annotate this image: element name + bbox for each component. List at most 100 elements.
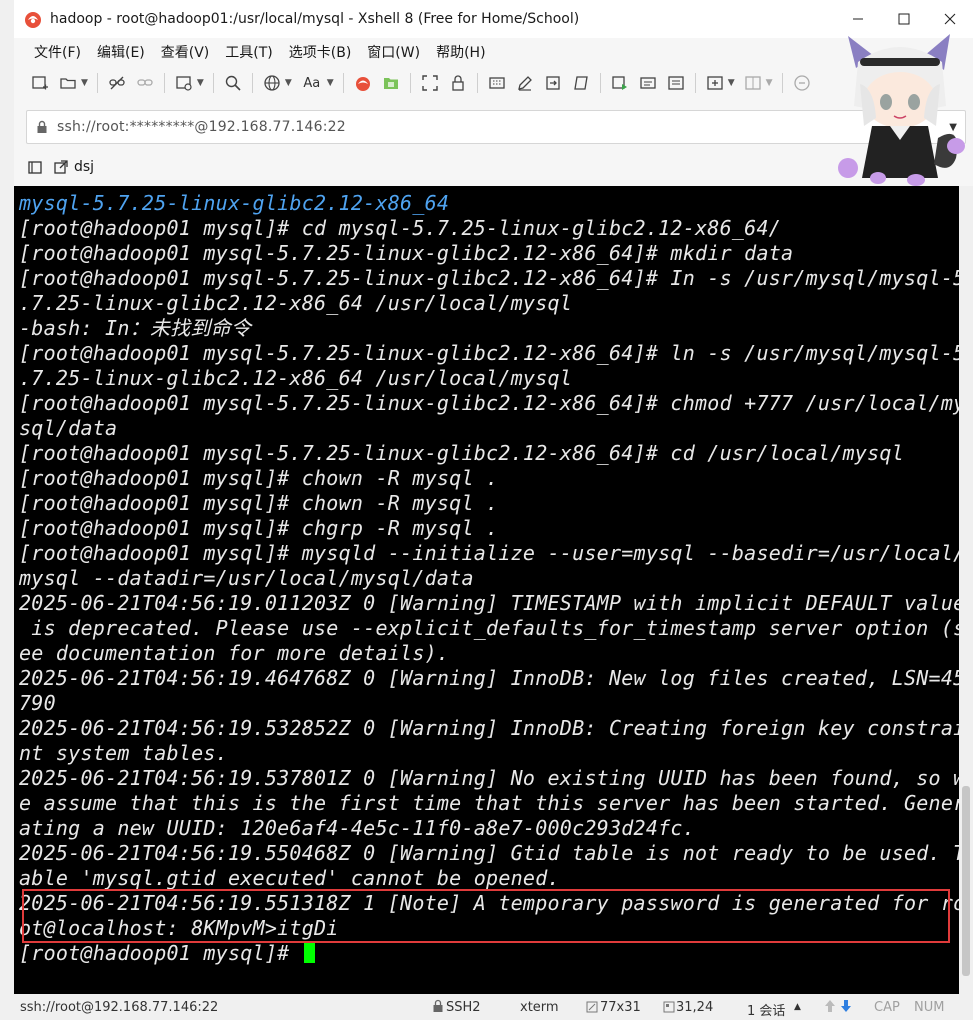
- terminal-line: 2025-06-21T04:56:19.464768Z 0 [Warning] …: [19, 666, 959, 690]
- terminal-line: ee documentation for more details).: [19, 641, 450, 665]
- cursor-position-icon: [663, 1001, 675, 1013]
- password-highlight-box: [22, 889, 950, 943]
- scrollbar-thumb[interactable]: [962, 786, 970, 976]
- toolbar-separator: [781, 73, 783, 93]
- log-button[interactable]: [637, 72, 659, 94]
- maximize-icon: [898, 13, 910, 25]
- script-button[interactable]: [570, 72, 592, 94]
- find-button[interactable]: [222, 72, 244, 94]
- transfer-button[interactable]: [542, 72, 564, 94]
- encoding-button[interactable]: [261, 72, 283, 94]
- notes-icon: [668, 76, 684, 90]
- terminal-line: 790: [19, 691, 56, 715]
- reconnect-button[interactable]: [134, 72, 156, 94]
- chevron-down-icon[interactable]: ▼: [766, 78, 773, 88]
- session-properties-button[interactable]: [173, 72, 195, 94]
- tab-dsj[interactable]: [52, 158, 70, 176]
- compose-button[interactable]: [514, 72, 536, 94]
- chat-icon: [793, 75, 810, 91]
- menu-tabs[interactable]: 选项卡(B): [281, 42, 360, 62]
- disconnect-button[interactable]: [106, 72, 128, 94]
- terminal-line: 2025-06-21T04:56:19.537801Z 0 [Warning] …: [19, 766, 959, 790]
- terminal-line: [root@hadoop01 mysql]# cd mysql-5.7.25-l…: [19, 216, 782, 240]
- toolbar-separator: [694, 73, 696, 93]
- terminal-line: ating a new UUID: 120e6af4-4e5c-11f0-a8e…: [19, 816, 696, 840]
- layout-button[interactable]: [742, 72, 764, 94]
- status-terminal-type: xterm: [520, 1000, 559, 1015]
- terminal-line: [root@hadoop01 mysql-5.7.25-linux-glibc2…: [19, 341, 959, 365]
- xshell-logo-icon: [25, 12, 41, 28]
- arrow-down-icon[interactable]: [840, 999, 852, 1013]
- terminal-line: [root@hadoop01 mysql-5.7.25-linux-glibc2…: [19, 441, 904, 465]
- terminal-scrollbar[interactable]: [959, 186, 973, 994]
- notes-button[interactable]: [665, 72, 687, 94]
- help-button[interactable]: [791, 72, 813, 94]
- chevron-down-icon[interactable]: ▼: [728, 78, 735, 88]
- toolbar-separator: [212, 73, 214, 93]
- chevron-down-icon[interactable]: ▼: [285, 78, 292, 88]
- keyboard-button[interactable]: [486, 72, 508, 94]
- chevron-down-icon[interactable]: ▼: [81, 78, 88, 88]
- menu-help[interactable]: 帮助(H): [428, 42, 493, 62]
- address-text: ssh://root:*********@192.168.77.146:22: [57, 119, 346, 135]
- terminal-line: .7.25-linux-glibc2.12-x86_64 /usr/local/…: [19, 291, 573, 315]
- new-session-icon: [32, 76, 48, 90]
- menu-edit[interactable]: 编辑(E): [89, 42, 153, 62]
- terminal-output: mysql-5.7.25-linux-glibc2.12-x86_64 [roo…: [19, 191, 959, 966]
- background-window-edge: [0, 0, 15, 1020]
- menu-bar: 文件(F) 编辑(E) 查看(V) 工具(T) 选项卡(B) 窗口(W) 帮助(…: [14, 38, 973, 66]
- close-icon: [944, 13, 956, 25]
- transfer-icon: [546, 76, 560, 90]
- terminal-line: nt system tables.: [19, 741, 228, 765]
- lock-button[interactable]: [447, 72, 469, 94]
- menu-file[interactable]: 文件(F): [26, 42, 89, 62]
- status-num-lock: NUM: [914, 1000, 945, 1015]
- open-folder-button[interactable]: [57, 72, 79, 94]
- chevron-down-icon[interactable]: ▼: [197, 78, 204, 88]
- status-protocol: SSH2: [446, 1000, 481, 1015]
- fullscreen-button[interactable]: [419, 72, 441, 94]
- search-icon: [225, 75, 241, 91]
- terminal-line: [root@hadoop01 mysql-5.7.25-linux-glibc2…: [19, 241, 794, 265]
- toolbar-separator: [409, 73, 411, 93]
- toolbar-separator: [96, 73, 98, 93]
- minimize-icon: [853, 18, 863, 20]
- address-bar[interactable]: ssh://root:*********@192.168.77.146:22 ▼: [26, 110, 966, 144]
- terminal-cursor: [303, 942, 315, 963]
- session-tabs: dsj: [26, 154, 94, 180]
- keyboard-icon: [489, 77, 505, 89]
- xftp-button[interactable]: [380, 72, 402, 94]
- session-manager-button[interactable]: [26, 158, 44, 176]
- link-icon: [137, 79, 153, 86]
- lock-icon: [433, 999, 443, 1012]
- layout-icon: [744, 76, 761, 90]
- chevron-down-icon[interactable]: ▼: [327, 78, 334, 88]
- xshell-button[interactable]: [352, 72, 374, 94]
- properties-icon: [176, 76, 192, 91]
- font-button[interactable]: Aa: [299, 72, 325, 94]
- terminal-line: mysql-5.7.25-linux-glibc2.12-x86_64: [19, 191, 450, 215]
- terminal-line: [root@hadoop01 mysql-5.7.25-linux-glibc2…: [19, 391, 959, 415]
- menu-view[interactable]: 查看(V): [153, 42, 218, 62]
- chevron-up-icon[interactable]: ▲: [794, 1002, 801, 1012]
- menu-window[interactable]: 窗口(W): [359, 42, 428, 62]
- terminal-line: sql/data: [19, 416, 118, 440]
- menu-tools[interactable]: 工具(T): [217, 42, 280, 62]
- run-button[interactable]: [609, 72, 631, 94]
- terminal-prompt: [root@hadoop01 mysql]#: [19, 941, 302, 965]
- terminal-line: mysql --datadir=/usr/local/mysql/data: [19, 566, 474, 590]
- xshell-logo-icon: [355, 77, 370, 91]
- run-icon: [612, 76, 627, 90]
- arrow-up-icon[interactable]: [824, 999, 836, 1013]
- terminal-line: e assume that this is the first time tha…: [19, 791, 959, 815]
- new-session-button[interactable]: [29, 72, 51, 94]
- script-icon: [573, 76, 588, 90]
- tab-label[interactable]: dsj: [74, 159, 94, 175]
- terminal-line: [root@hadoop01 mysql]# chown -R mysql .: [19, 491, 499, 515]
- status-sessions[interactable]: 1 会话: [747, 1000, 785, 1019]
- terminal[interactable]: mysql-5.7.25-linux-glibc2.12-x86_64 [roo…: [14, 186, 959, 994]
- terminal-line: [root@hadoop01 mysql]# mysqld --initiali…: [19, 541, 959, 565]
- toolbar-separator: [251, 73, 253, 93]
- new-tab-button[interactable]: [704, 72, 726, 94]
- folder-icon: [60, 78, 76, 89]
